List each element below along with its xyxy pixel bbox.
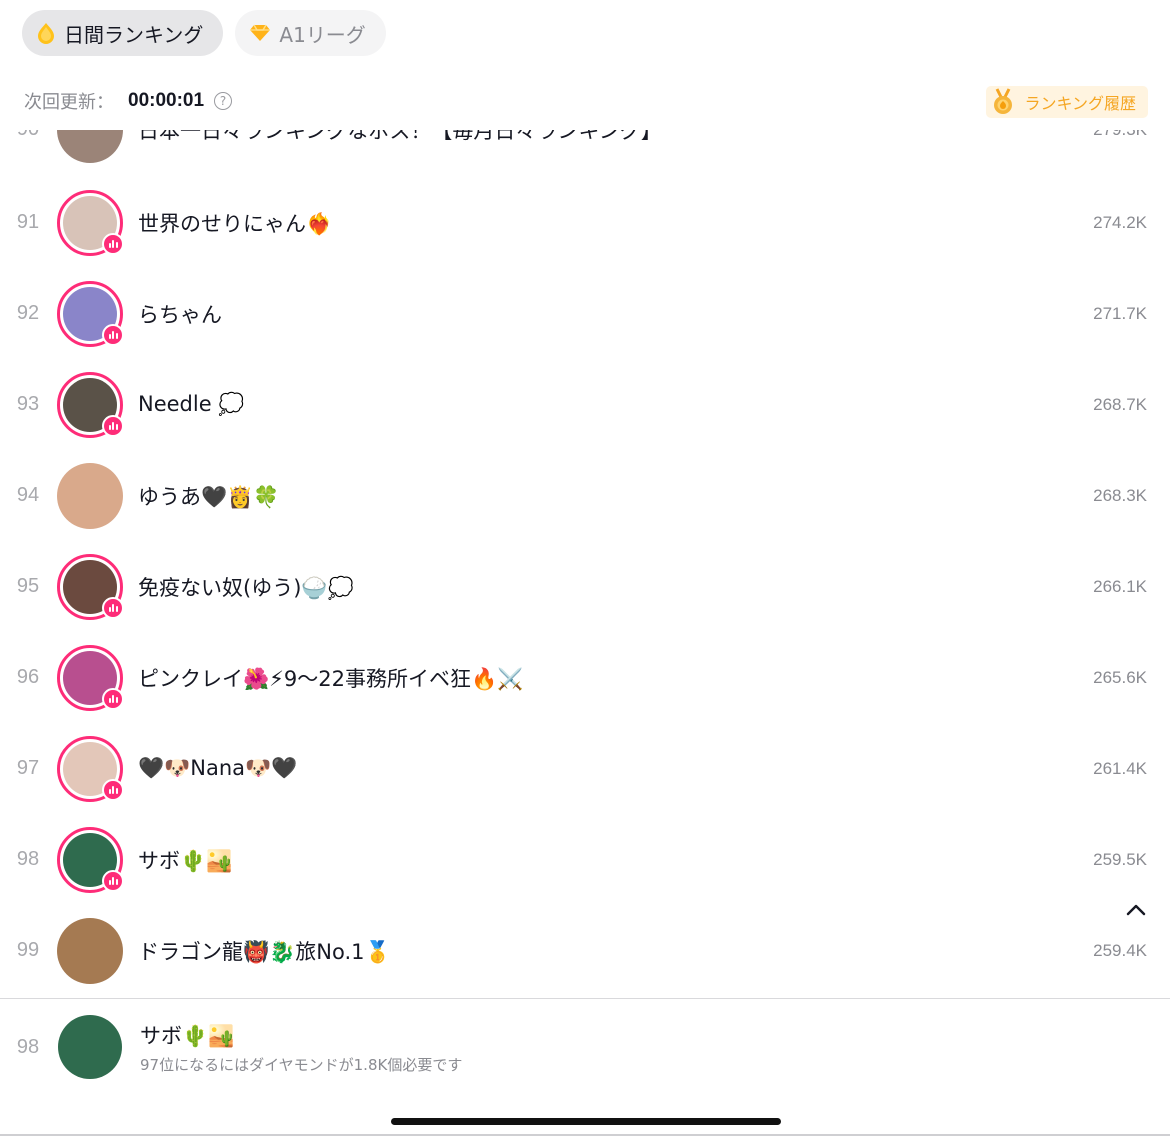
score: 261.4K: [1093, 758, 1147, 778]
home-indicator[interactable]: [391, 1118, 781, 1125]
tab-daily-ranking[interactable]: 日間ランキング: [22, 10, 224, 56]
live-badge-icon: [102, 596, 124, 619]
score: 268.7K: [1093, 394, 1147, 414]
ranking-history-button[interactable]: ランキング履歴: [986, 86, 1148, 118]
live-badge-icon: [102, 323, 124, 346]
tab-a1-league[interactable]: A1リーグ: [235, 10, 386, 56]
rank-number: 94: [16, 484, 40, 506]
score: 259.4K: [1093, 940, 1147, 960]
ranking-row[interactable]: 91 世界のせりにゃん❤️‍🔥 274.2K: [0, 177, 1170, 268]
rank-number: 95: [16, 575, 40, 597]
rank-number: 96: [16, 666, 40, 688]
avatar[interactable]: [57, 371, 124, 438]
score: 279.3K: [1093, 130, 1147, 140]
streamer-name: Needle 💭: [138, 392, 245, 416]
avatar[interactable]: [57, 280, 124, 347]
avatar[interactable]: [57, 735, 124, 802]
ranking-row[interactable]: 95 免疫ない奴(ゆう)🍚💭 266.1K: [0, 541, 1170, 632]
live-badge-icon: [102, 687, 124, 710]
scroll-to-top-icon[interactable]: [1124, 898, 1148, 922]
medal-icon: [990, 88, 1016, 116]
rank-number: 97: [16, 757, 40, 779]
next-update: 次回更新： 00:00:01 ?: [24, 88, 233, 114]
ranking-row[interactable]: 98 サボ🌵🏜️ 259.5K: [0, 814, 1170, 905]
rank-number: 91: [16, 211, 40, 233]
ranking-row-90[interactable]: 90 日本一日々ランキングなボス！【毎月日々ランキング】 279.3K: [0, 130, 1170, 175]
help-icon[interactable]: ?: [214, 92, 233, 110]
score: 265.6K: [1093, 667, 1147, 687]
avatar[interactable]: [57, 462, 123, 529]
my-avatar[interactable]: [58, 1015, 122, 1079]
ranking-list: 90 日本一日々ランキングなボス！【毎月日々ランキング】 279.3K 91 世界…: [0, 130, 1170, 1000]
ranking-tabs: 日間ランキング A1リーグ: [22, 10, 386, 56]
streamer-name: 免疫ない奴(ゆう)🍚💭: [138, 575, 354, 600]
streamer-name: ピンクレイ🌺⚡9〜22事務所イベ狂🔥⚔️: [138, 666, 524, 691]
ranking-row[interactable]: 96 ピンクレイ🌺⚡9〜22事務所イベ狂🔥⚔️ 265.6K: [0, 632, 1170, 723]
live-badge-icon: [102, 414, 124, 437]
streamer-name: 🖤🐶Nana🐶🖤: [138, 756, 298, 780]
score: 266.1K: [1093, 576, 1147, 596]
avatar[interactable]: [57, 644, 124, 711]
diamond-icon: [249, 24, 271, 42]
ranking-row[interactable]: 93 Needle 💭 268.7K: [0, 359, 1170, 450]
streamer-name: 日本一日々ランキングなボス！【毎月日々ランキング】: [138, 130, 662, 143]
rank-number: 92: [16, 302, 40, 324]
rank-number: 99: [16, 939, 40, 961]
tab-daily-ranking-label: 日間ランキング: [64, 22, 204, 47]
my-ranking-row[interactable]: 98 サボ🌵🏜️ 97位になるにはダイヤモンドが1.8K個必要です: [0, 1000, 1170, 1100]
avatar[interactable]: [57, 917, 123, 984]
tab-a1-league-label: A1リーグ: [279, 22, 366, 47]
my-name: サボ🌵🏜️: [140, 1024, 235, 1048]
coin-icon: [36, 22, 56, 44]
score: 271.7K: [1093, 303, 1147, 323]
ranking-history-label: ランキング履歴: [1024, 94, 1136, 113]
next-update-label: 次回更新：: [24, 92, 114, 113]
ranking-row[interactable]: 99 ドラゴン龍👹🐉旅No.1🥇 259.4K: [0, 905, 1170, 996]
live-badge-icon: [102, 232, 124, 255]
streamer-name: ゆうあ🖤👸🍀: [138, 484, 280, 509]
avatar[interactable]: [57, 130, 123, 163]
streamer-name: 世界のせりにゃん❤️‍🔥: [138, 211, 333, 236]
streamer-name: ドラゴン龍👹🐉旅No.1🥇: [138, 939, 391, 964]
streamer-name: らちゃん: [138, 302, 222, 327]
streamer-name: サボ🌵🏜️: [138, 848, 233, 873]
avatar[interactable]: [57, 553, 124, 620]
divider: [0, 998, 1170, 999]
rank-number: 93: [16, 393, 40, 415]
ranking-row[interactable]: 97 🖤🐶Nana🐶🖤 261.4K: [0, 723, 1170, 814]
rank-number: 98: [16, 848, 40, 870]
diamonds-needed-hint: 97位になるにはダイヤモンドが1.8K個必要です: [140, 1056, 463, 1074]
ranking-row[interactable]: 92 らちゃん 271.7K: [0, 268, 1170, 359]
my-rank-number: 98: [16, 1036, 40, 1058]
rank-number: 90: [0, 130, 56, 141]
avatar[interactable]: [57, 189, 124, 256]
live-badge-icon: [102, 869, 124, 892]
avatar[interactable]: [57, 826, 124, 893]
score: 259.5K: [1093, 849, 1147, 869]
score: 274.2K: [1093, 212, 1147, 232]
live-badge-icon: [102, 778, 124, 801]
next-update-countdown: 00:00:01: [128, 90, 205, 111]
bottom-edge: [0, 1134, 1170, 1136]
score: 268.3K: [1093, 485, 1147, 505]
ranking-row[interactable]: 94 ゆうあ🖤👸🍀 268.3K: [0, 450, 1170, 541]
